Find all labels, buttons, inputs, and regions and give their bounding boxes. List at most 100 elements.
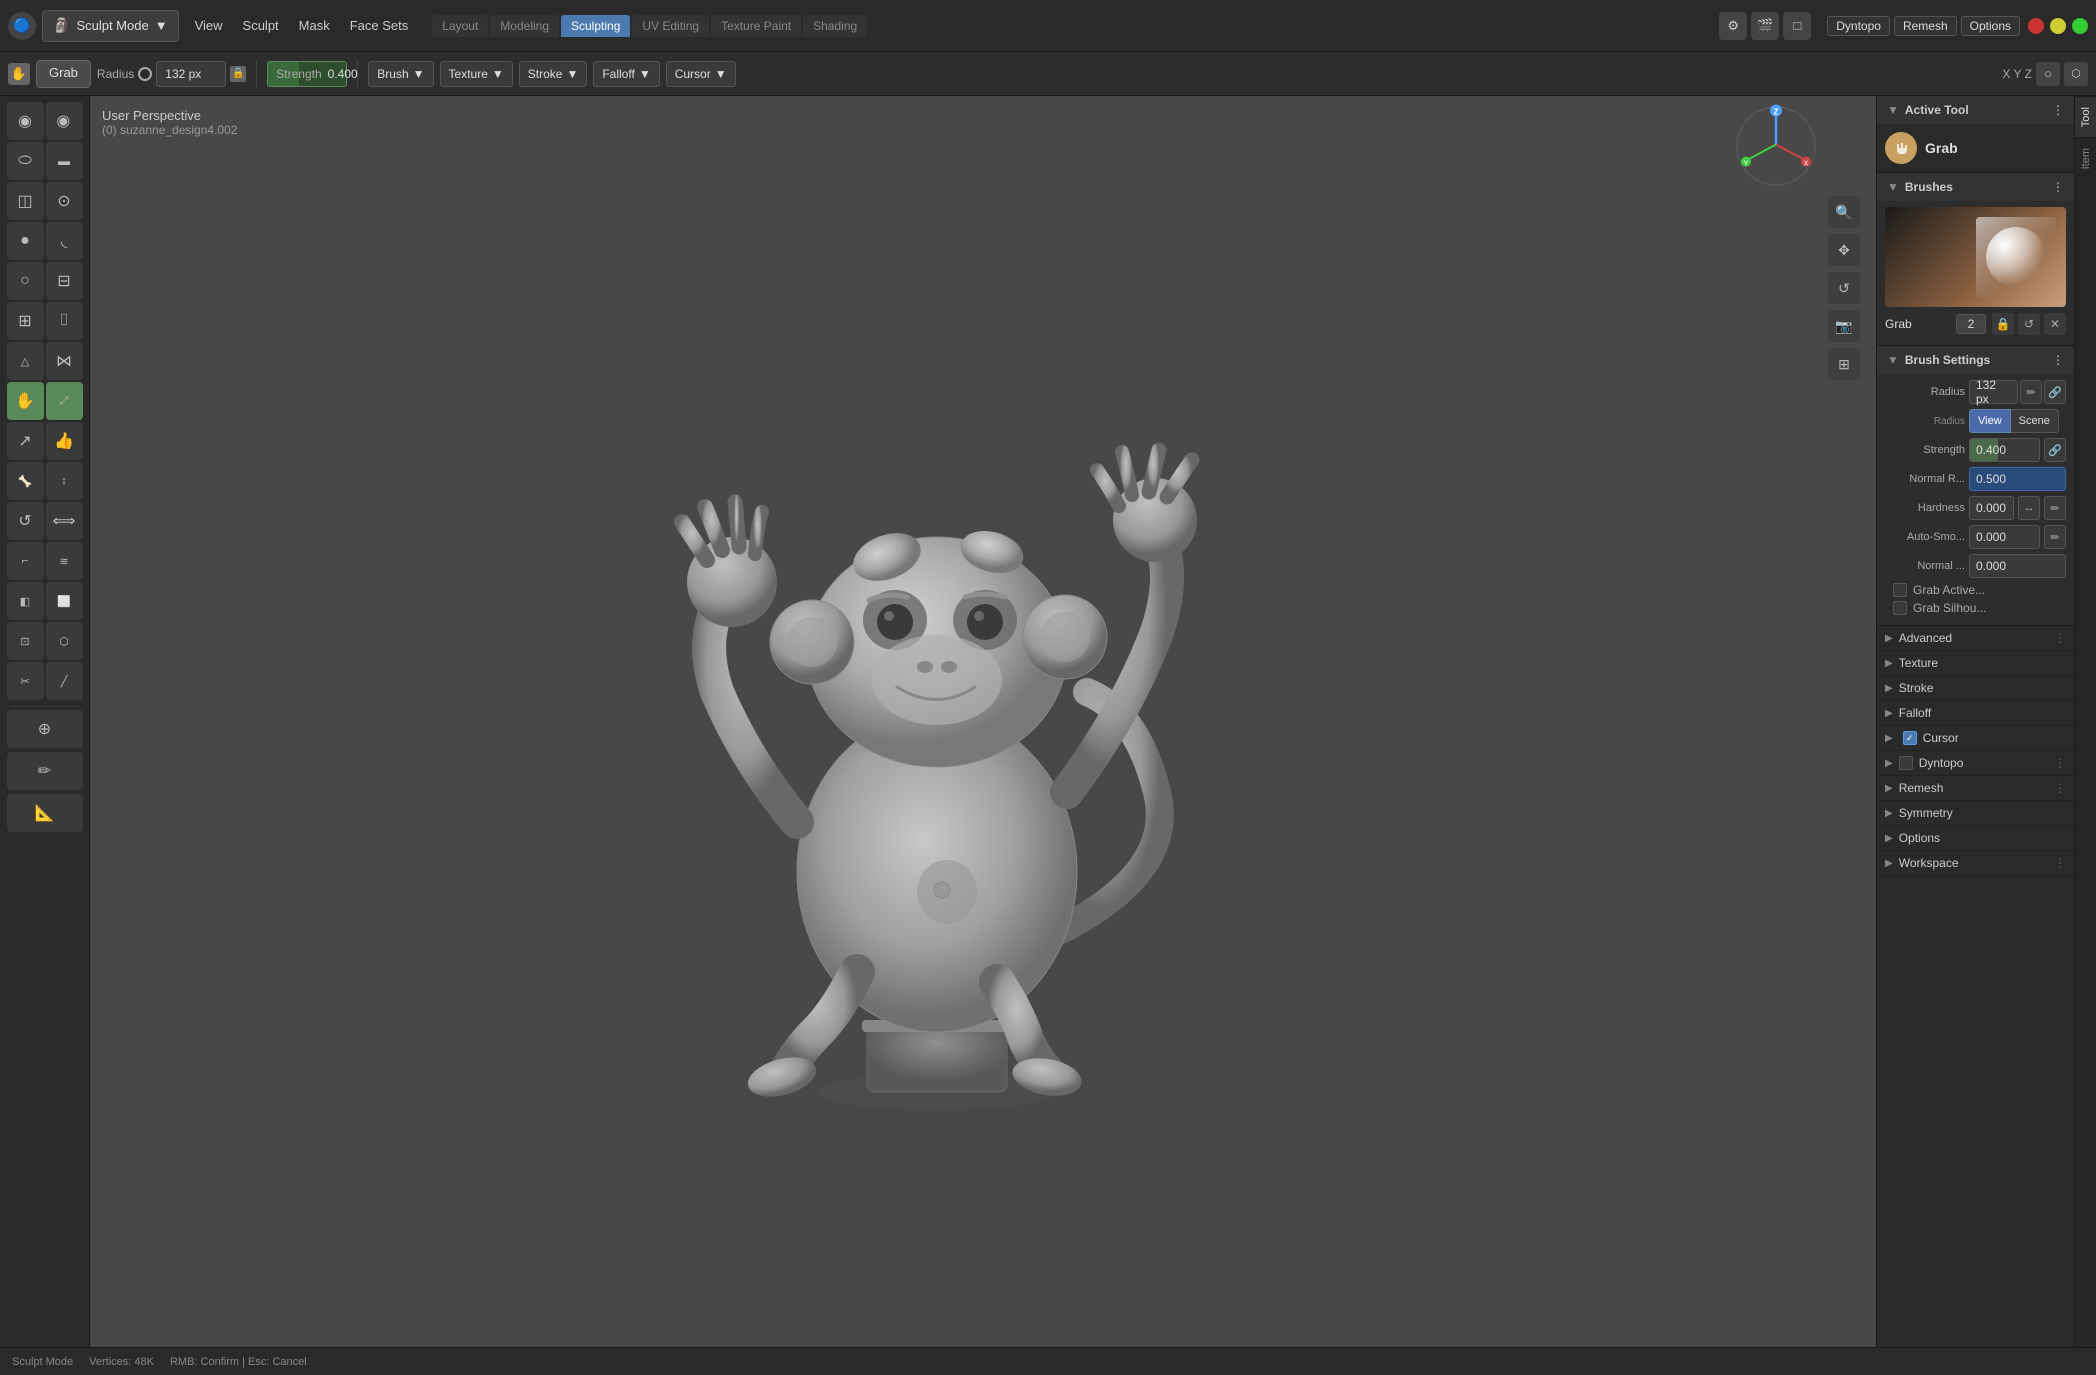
nudge-tool[interactable]: ↕ <box>46 462 83 500</box>
options-section[interactable]: ▶ Options <box>1877 826 2074 851</box>
tab-shading[interactable]: Shading <box>803 15 867 37</box>
falloff-section[interactable]: ▶ Falloff <box>1877 701 2074 726</box>
item-tab[interactable]: Item <box>2075 137 2096 179</box>
tab-modeling[interactable]: Modeling <box>490 15 559 37</box>
remesh-section[interactable]: ▶ Remesh ⋮ <box>1877 776 2074 801</box>
pinch-tool[interactable]: ⋈ <box>46 342 83 380</box>
active-tool-header[interactable]: ▼ Active Tool ⋮ <box>1877 96 2074 124</box>
brushes-header[interactable]: ▼ Brushes ⋮ <box>1877 173 2074 201</box>
tab-sculpting[interactable]: Sculpting <box>561 15 630 37</box>
stroke-section[interactable]: ▶ Stroke <box>1877 676 2074 701</box>
texture-dropdown[interactable]: Texture ▼ <box>440 61 513 87</box>
advanced-section[interactable]: ▶ Advanced ⋮ <box>1877 626 2074 651</box>
menu-sculpt[interactable]: Sculpt <box>241 14 281 37</box>
flatten-tool[interactable]: ⊟ <box>46 262 83 300</box>
brush-settings-menu-dots[interactable]: ⋮ <box>2052 353 2064 367</box>
minimize-btn[interactable] <box>2050 18 2066 34</box>
transform-tool[interactable]: ⊕ <box>7 710 83 748</box>
brushes-menu-dots[interactable]: ⋮ <box>2052 180 2064 194</box>
brush-settings-header[interactable]: ▼ Brush Settings ⋮ <box>1877 346 2074 374</box>
viewport[interactable]: User Perspective (0) suzanne_design4.002… <box>90 96 1876 1347</box>
line-project-tool[interactable]: ╱ <box>46 662 83 700</box>
radius-unit-scene-btn[interactable]: Scene <box>2011 409 2059 433</box>
blender-logo[interactable]: 🔵 <box>8 12 36 40</box>
settings-icon[interactable]: ⚙ <box>1719 12 1747 40</box>
mesh-filter-tool[interactable]: ⊡ <box>7 622 44 660</box>
remesh-dots[interactable]: ⋮ <box>2054 781 2066 795</box>
cursor-section[interactable]: ▶ ✓ Cursor <box>1877 726 2074 751</box>
mask-tool[interactable]: ⬜ <box>46 582 83 620</box>
brush-lock-btn[interactable]: 🔒 <box>1992 313 2014 335</box>
dyntopo-btn[interactable]: Dyntopo <box>1827 16 1890 36</box>
strength-field[interactable]: Strength 0.400 <box>267 61 347 87</box>
menu-view[interactable]: View <box>193 14 225 37</box>
close-btn[interactable] <box>2028 18 2044 34</box>
blob-tool[interactable]: ● <box>7 222 44 260</box>
remesh-btn[interactable]: Remesh <box>1894 16 1957 36</box>
bs-radius-pen-icon[interactable]: ✏ <box>2020 380 2042 404</box>
layer-tool[interactable]: ◫ <box>7 182 44 220</box>
bs-radius-link-icon[interactable]: 🔗 <box>2044 380 2066 404</box>
dyntopo-dots[interactable]: ⋮ <box>2054 756 2066 770</box>
brush-dropdown[interactable]: Brush ▼ <box>368 61 433 87</box>
bs-normal-value[interactable]: 0.000 <box>1969 554 2066 578</box>
tab-uv[interactable]: UV Editing <box>632 15 709 37</box>
inflate-tool[interactable]: ⊙ <box>46 182 83 220</box>
active-tool-menu-dots[interactable]: ⋮ <box>2052 103 2064 117</box>
camera-view-btn[interactable]: 📷 <box>1828 310 1860 342</box>
tool-icon-small[interactable]: ✋ <box>8 63 30 85</box>
dyntopo-section[interactable]: ▶ Dyntopo ⋮ <box>1877 751 2074 776</box>
rotate-tool-btn[interactable]: ↺ <box>7 502 44 540</box>
mode-selector[interactable]: 🗿 Sculpt Mode ▼ <box>42 10 179 42</box>
texture-section[interactable]: ▶ Texture <box>1877 651 2074 676</box>
brush-reset-btn[interactable]: ↺ <box>2018 313 2040 335</box>
brush-close-btn[interactable]: ✕ <box>2044 313 2066 335</box>
falloff-dropdown[interactable]: Falloff ▼ <box>593 61 659 87</box>
tool-tab[interactable]: Tool <box>2075 96 2096 137</box>
smooth-tool[interactable]: ○ <box>7 262 44 300</box>
bs-hardness-pen-icon[interactable]: ✏ <box>2044 496 2066 520</box>
pose-tool[interactable]: 🦴 <box>7 462 44 500</box>
bs-hardness-arrows-icon[interactable]: ↔ <box>2018 496 2040 520</box>
tab-layout[interactable]: Layout <box>432 15 488 37</box>
orbit-btn[interactable]: ↺ <box>1828 272 1860 304</box>
bs-autosmooth-value[interactable]: 0.000 <box>1969 525 2040 549</box>
scrape-tool[interactable]: ⌷ <box>46 302 83 340</box>
bs-normalr-slider[interactable]: 0.500 <box>1969 467 2066 491</box>
options-btn[interactable]: Options <box>1961 16 2020 36</box>
grid-btn[interactable]: ⊞ <box>1828 348 1860 380</box>
thumb-tool[interactable]: 👍 <box>46 422 83 460</box>
draw-sharp-tool[interactable]: ◉ <box>46 102 83 140</box>
draw-tool[interactable]: ◉ <box>7 102 44 140</box>
workspace-section[interactable]: ▶ Workspace ⋮ <box>1877 851 2074 876</box>
tab-texture[interactable]: Texture Paint <box>711 15 801 37</box>
menu-mask[interactable]: Mask <box>297 14 332 37</box>
menu-face-sets[interactable]: Face Sets <box>348 14 411 37</box>
workspace-dots[interactable]: ⋮ <box>2054 856 2066 870</box>
fill-tool[interactable]: ⊞ <box>7 302 44 340</box>
tool-name-button[interactable]: Grab <box>36 60 91 88</box>
viewport-icon[interactable]: □ <box>1783 12 1811 40</box>
trim-tool[interactable]: ✂ <box>7 662 44 700</box>
measure-tool[interactable]: 📐 <box>7 794 83 832</box>
xray-icon[interactable]: ⬡ <box>2064 62 2088 86</box>
radius-lock-icon[interactable]: 🔒 <box>230 66 246 82</box>
boundary-tool[interactable]: ⌐ <box>7 542 44 580</box>
grab-active-checkbox[interactable] <box>1893 583 1907 597</box>
symmetry-section[interactable]: ▶ Symmetry <box>1877 801 2074 826</box>
overlay-icon[interactable]: ○ <box>2036 62 2060 86</box>
bs-hardness-value[interactable]: 0.000 <box>1969 496 2014 520</box>
maximize-btn[interactable] <box>2072 18 2088 34</box>
elastic-deform-tool[interactable]: ⤢ <box>46 382 83 420</box>
snake-hook-tool[interactable]: ↗ <box>7 422 44 460</box>
brush-number[interactable]: 2 <box>1956 314 1986 334</box>
radius-input[interactable] <box>156 61 226 87</box>
radius-unit-view-btn[interactable]: View <box>1969 409 2011 433</box>
annotate-tool[interactable]: ✏ <box>7 752 83 790</box>
grab-tool active[interactable]: ✋ <box>7 382 44 420</box>
bs-autosmooth-pen-icon[interactable]: ✏ <box>2044 525 2066 549</box>
cloth-tool[interactable]: ≋ <box>46 542 83 580</box>
render-icon[interactable]: 🎬 <box>1751 12 1779 40</box>
clay-strips-tool[interactable]: ▬ <box>46 142 83 180</box>
advanced-dots[interactable]: ⋮ <box>2054 631 2066 645</box>
